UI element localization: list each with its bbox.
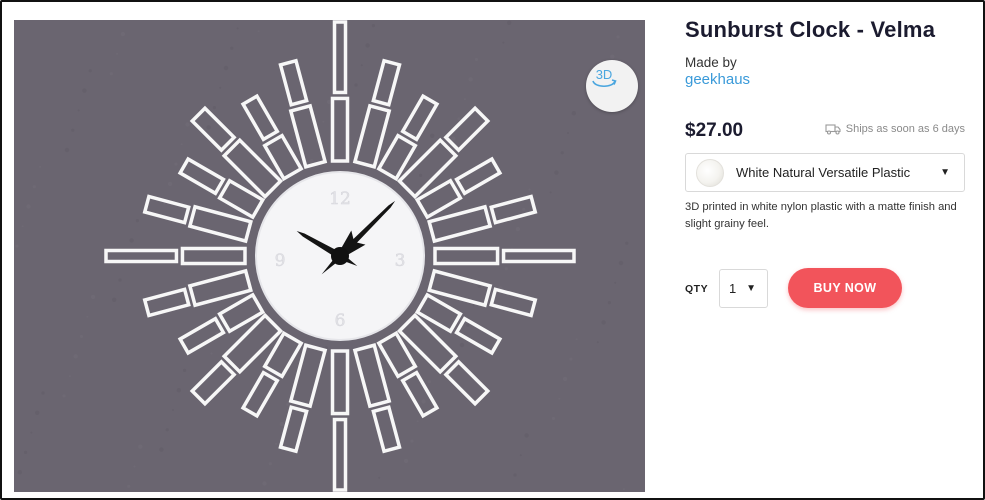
shipping-info: Ships as soon as 6 days [825, 123, 965, 135]
caret-down-icon: ▼ [940, 167, 950, 178]
3d-view-button[interactable]: 3D [586, 60, 638, 112]
qty-label: QTY [685, 283, 709, 295]
clock-image: 12 3 6 9 [14, 20, 645, 492]
clock-numeral: 3 [395, 251, 406, 271]
3d-badge-text: 3D [596, 67, 613, 82]
buy-now-button[interactable]: BUY NOW [788, 268, 902, 308]
quantity-value: 1 [729, 281, 737, 296]
quantity-select[interactable]: 1 ▼ [719, 269, 768, 308]
material-swatch [696, 158, 724, 187]
clock-numeral: 6 [335, 311, 346, 331]
made-by-label: Made by [685, 55, 737, 70]
product-photo[interactable]: 12 3 6 9 3D [14, 20, 645, 492]
caret-down-icon: ▼ [746, 283, 756, 294]
3d-rotate-icon: 3D [592, 67, 617, 88]
maker-link[interactable]: geekhaus [685, 71, 750, 88]
clock-numeral: 12 [329, 189, 351, 209]
clock-numeral: 9 [275, 251, 286, 271]
product-price: $27.00 [685, 120, 744, 141]
material-select[interactable]: White Natural Versatile Plastic ▼ [685, 153, 965, 192]
shipping-text: Ships as soon as 6 days [845, 123, 965, 135]
truck-icon [825, 124, 841, 135]
material-label: White Natural Versatile Plastic [736, 165, 911, 180]
product-title: Sunburst Clock - Velma [685, 17, 936, 42]
product-page: 12 3 6 9 3D Sunburst Clock - Velma Made by … [0, 0, 985, 500]
material-description: 3D printed in white nylon plastic with a… [685, 201, 957, 230]
